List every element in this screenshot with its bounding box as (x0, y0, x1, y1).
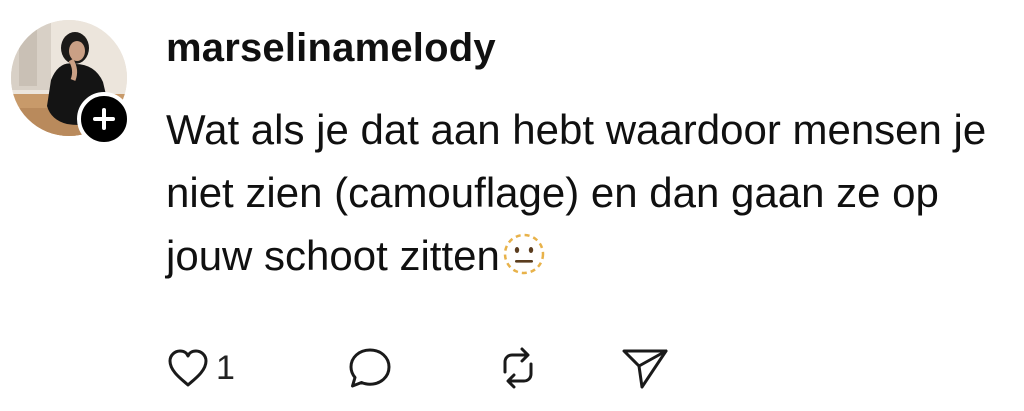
follow-button[interactable] (77, 92, 131, 146)
repost-icon (503, 347, 533, 389)
comment-text: Wat als je dat aan hebt waardoor mensen … (166, 106, 987, 279)
reply-button[interactable] (346, 345, 494, 391)
comment-actions: 1 (166, 338, 670, 398)
dotted-line-face-emoji (502, 230, 546, 293)
repost-button[interactable] (494, 344, 620, 392)
like-button[interactable]: 1 (166, 347, 346, 389)
avatar-container[interactable] (11, 20, 131, 146)
heart-icon (168, 349, 208, 387)
share-button[interactable] (620, 345, 670, 391)
plus-icon (93, 108, 115, 130)
comment-text-block: Wat als je dat aan hebt waardoor mensen … (166, 98, 1016, 293)
send-icon (622, 349, 668, 389)
speech-bubble-icon (349, 348, 391, 388)
comment-username[interactable]: marselinamelody (166, 22, 496, 74)
like-count: 1 (216, 348, 235, 387)
